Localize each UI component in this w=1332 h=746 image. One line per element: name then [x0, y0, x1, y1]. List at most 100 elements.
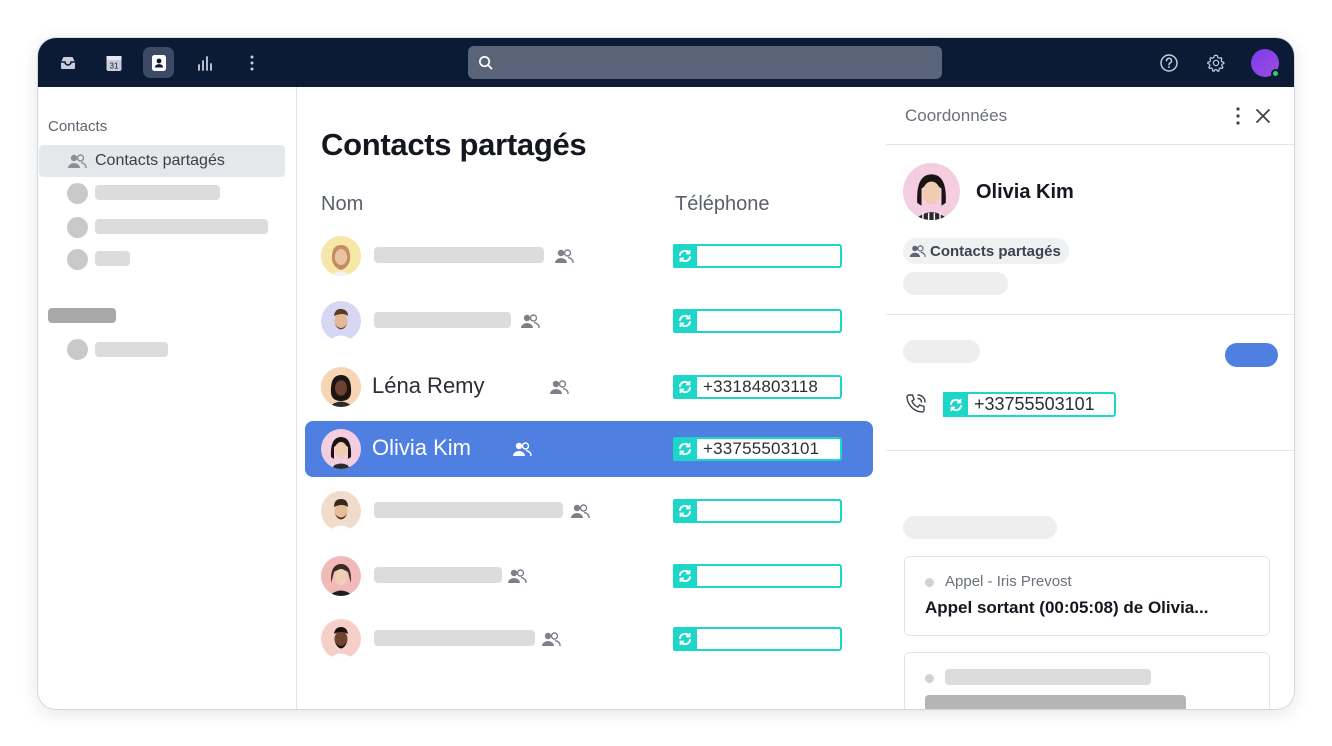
shared-group-icon: [513, 442, 532, 457]
activity-bullet: [925, 578, 934, 587]
sync-icon: [673, 627, 697, 651]
activity-placeholder-line: [945, 669, 1151, 685]
sidebar-placeholder-icon: [67, 183, 88, 204]
sidebar-placeholder-item[interactable]: [95, 251, 130, 266]
search-bar[interactable]: [468, 46, 942, 79]
contact-row[interactable]: [305, 228, 873, 284]
calendar-icon[interactable]: 31: [98, 47, 129, 78]
contact-name-placeholder: [374, 567, 502, 583]
contacts-icon[interactable]: [143, 47, 174, 78]
user-avatar[interactable]: [1251, 49, 1280, 78]
more-vertical-icon[interactable]: [1232, 106, 1244, 126]
close-icon[interactable]: [1255, 108, 1271, 124]
phone-field[interactable]: [673, 244, 842, 268]
contact-details-panel: Coordonnées Olivia Kim Contacts partagés…: [886, 87, 1294, 709]
contact-name-placeholder: [374, 247, 544, 263]
presence-status-dot: [1271, 69, 1280, 78]
contact-name: Léna Remy: [372, 373, 485, 398]
app-window: 31 Contacts Contacts partagés Contacts p…: [38, 38, 1294, 709]
sidebar-heading: Contacts: [48, 118, 108, 135]
contact-avatar: [321, 301, 361, 341]
sidebar-placeholder-item[interactable]: [95, 185, 220, 200]
shared-group-icon: [550, 380, 569, 395]
group-chip-label: Contacts partagés: [930, 242, 1061, 260]
contact-name: Olivia Kim: [372, 435, 472, 460]
phone-field[interactable]: +33755503101: [673, 437, 842, 461]
activity-card-placeholder[interactable]: [904, 652, 1270, 709]
group-chip[interactable]: Contacts partagés: [903, 238, 1069, 264]
contact-avatar: [321, 491, 361, 531]
sidebar-placeholder-icon: [67, 339, 88, 360]
sidebar-item-shared-contacts[interactable]: Contacts partagés: [39, 145, 285, 177]
divider: [886, 144, 1294, 145]
column-header-phone[interactable]: Téléphone: [675, 193, 770, 216]
sync-icon: [673, 309, 697, 333]
sync-icon: [673, 437, 697, 461]
contact-avatar: [321, 236, 361, 276]
sync-icon: [673, 499, 697, 523]
activity-card[interactable]: Appel - Iris Prevost Appel sortant (00:0…: [904, 556, 1270, 636]
contact-name-placeholder: [374, 502, 563, 518]
details-placeholder: [903, 340, 980, 363]
group-icon: [909, 245, 926, 258]
sidebar-placeholder-icon: [67, 249, 88, 270]
details-contact-name: Olivia Kim: [976, 181, 1074, 203]
shared-group-icon: [508, 569, 527, 584]
shared-group-icon: [542, 632, 561, 647]
details-title: Coordonnées: [905, 106, 1008, 125]
sidebar: Contacts Contacts partagés: [38, 87, 297, 709]
details-placeholder: [903, 516, 1057, 539]
contact-avatar: [321, 619, 361, 659]
activity-placeholder-line: [925, 695, 1186, 709]
group-icon: [68, 154, 87, 169]
top-bar: 31: [38, 38, 1294, 87]
sidebar-item-label: Contacts partagés: [95, 152, 225, 169]
contact-avatar: [321, 429, 361, 469]
contact-avatar-large: [903, 163, 960, 220]
phone-field[interactable]: [673, 309, 842, 333]
svg-text:31: 31: [109, 61, 118, 70]
search-icon: [479, 56, 493, 70]
phone-number: +33755503101: [703, 439, 820, 458]
contact-row[interactable]: [305, 483, 873, 539]
contact-row[interactable]: [305, 548, 873, 604]
divider: [886, 314, 1294, 315]
sync-icon: [943, 392, 968, 417]
shared-group-icon: [521, 314, 540, 329]
contact-avatar: [321, 556, 361, 596]
details-placeholder: [903, 272, 1008, 295]
contact-avatar: [321, 367, 361, 407]
inbox-icon[interactable]: [52, 47, 83, 78]
phone-field[interactable]: +33184803118: [673, 375, 842, 399]
more-vertical-icon[interactable]: [236, 47, 267, 78]
shared-group-icon: [571, 504, 590, 519]
contact-row[interactable]: [305, 293, 873, 349]
shared-group-icon: [555, 249, 574, 264]
help-icon[interactable]: [1153, 47, 1184, 78]
sidebar-placeholder-item[interactable]: [95, 219, 268, 234]
sync-icon: [673, 244, 697, 268]
column-header-name[interactable]: Nom: [321, 193, 363, 216]
phone-call-icon: [906, 394, 926, 413]
phone-field[interactable]: [673, 499, 842, 523]
contact-row[interactable]: [305, 611, 873, 667]
analytics-icon[interactable]: [189, 47, 220, 78]
contact-row-selected[interactable]: Olivia Kim +33755503101: [305, 421, 873, 477]
gear-icon[interactable]: [1200, 47, 1231, 78]
call-action-button[interactable]: [1225, 343, 1278, 367]
sync-icon: [673, 375, 697, 399]
phone-field[interactable]: [673, 627, 842, 651]
sidebar-placeholder-icon: [67, 217, 88, 238]
contact-name-placeholder: [374, 630, 535, 646]
activity-bullet: [925, 674, 934, 683]
phone-field[interactable]: [673, 564, 842, 588]
page-title: Contacts partagés: [321, 127, 587, 162]
phone-number: +33184803118: [703, 377, 819, 396]
sync-icon: [673, 564, 697, 588]
activity-meta: Appel - Iris Prevost: [945, 573, 1072, 590]
contact-row[interactable]: Léna Remy +33184803118: [305, 359, 873, 415]
details-phone-field[interactable]: +33755503101: [943, 392, 1116, 417]
sidebar-placeholder-item[interactable]: [95, 342, 168, 357]
sidebar-placeholder-heading: [48, 308, 116, 323]
search-input[interactable]: [501, 54, 921, 71]
